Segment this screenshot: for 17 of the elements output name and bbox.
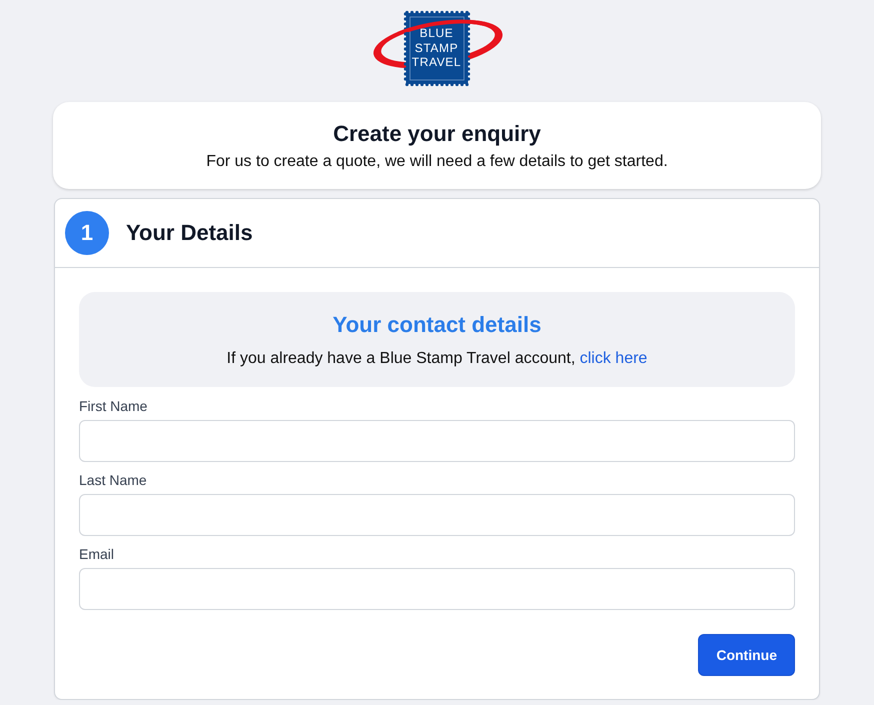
step-title: Your Details [126, 219, 253, 247]
field-label: Email [79, 545, 114, 564]
account-prompt: If you already have a Blue Stamp Travel account, click here [226, 349, 648, 369]
input-field[interactable] [79, 568, 795, 610]
field-label: First Name [79, 397, 148, 416]
field-label: Last Name [79, 471, 147, 490]
logo-text: BLUE [420, 26, 454, 40]
logo-text: STAMP [414, 40, 458, 55]
click-here-link[interactable]: click here [580, 350, 648, 367]
input-field[interactable] [79, 420, 795, 462]
continue-button[interactable]: Continue [698, 634, 795, 676]
page-title: Create your enquiry [333, 120, 541, 148]
step-number: 1 [65, 211, 109, 255]
input-field[interactable] [79, 494, 795, 536]
contact-title: Your contact details [332, 311, 542, 339]
page-subtitle: For us to create a quote, we will need a few details to get started. [206, 152, 668, 172]
logo-text: TRAVEL [412, 55, 462, 70]
